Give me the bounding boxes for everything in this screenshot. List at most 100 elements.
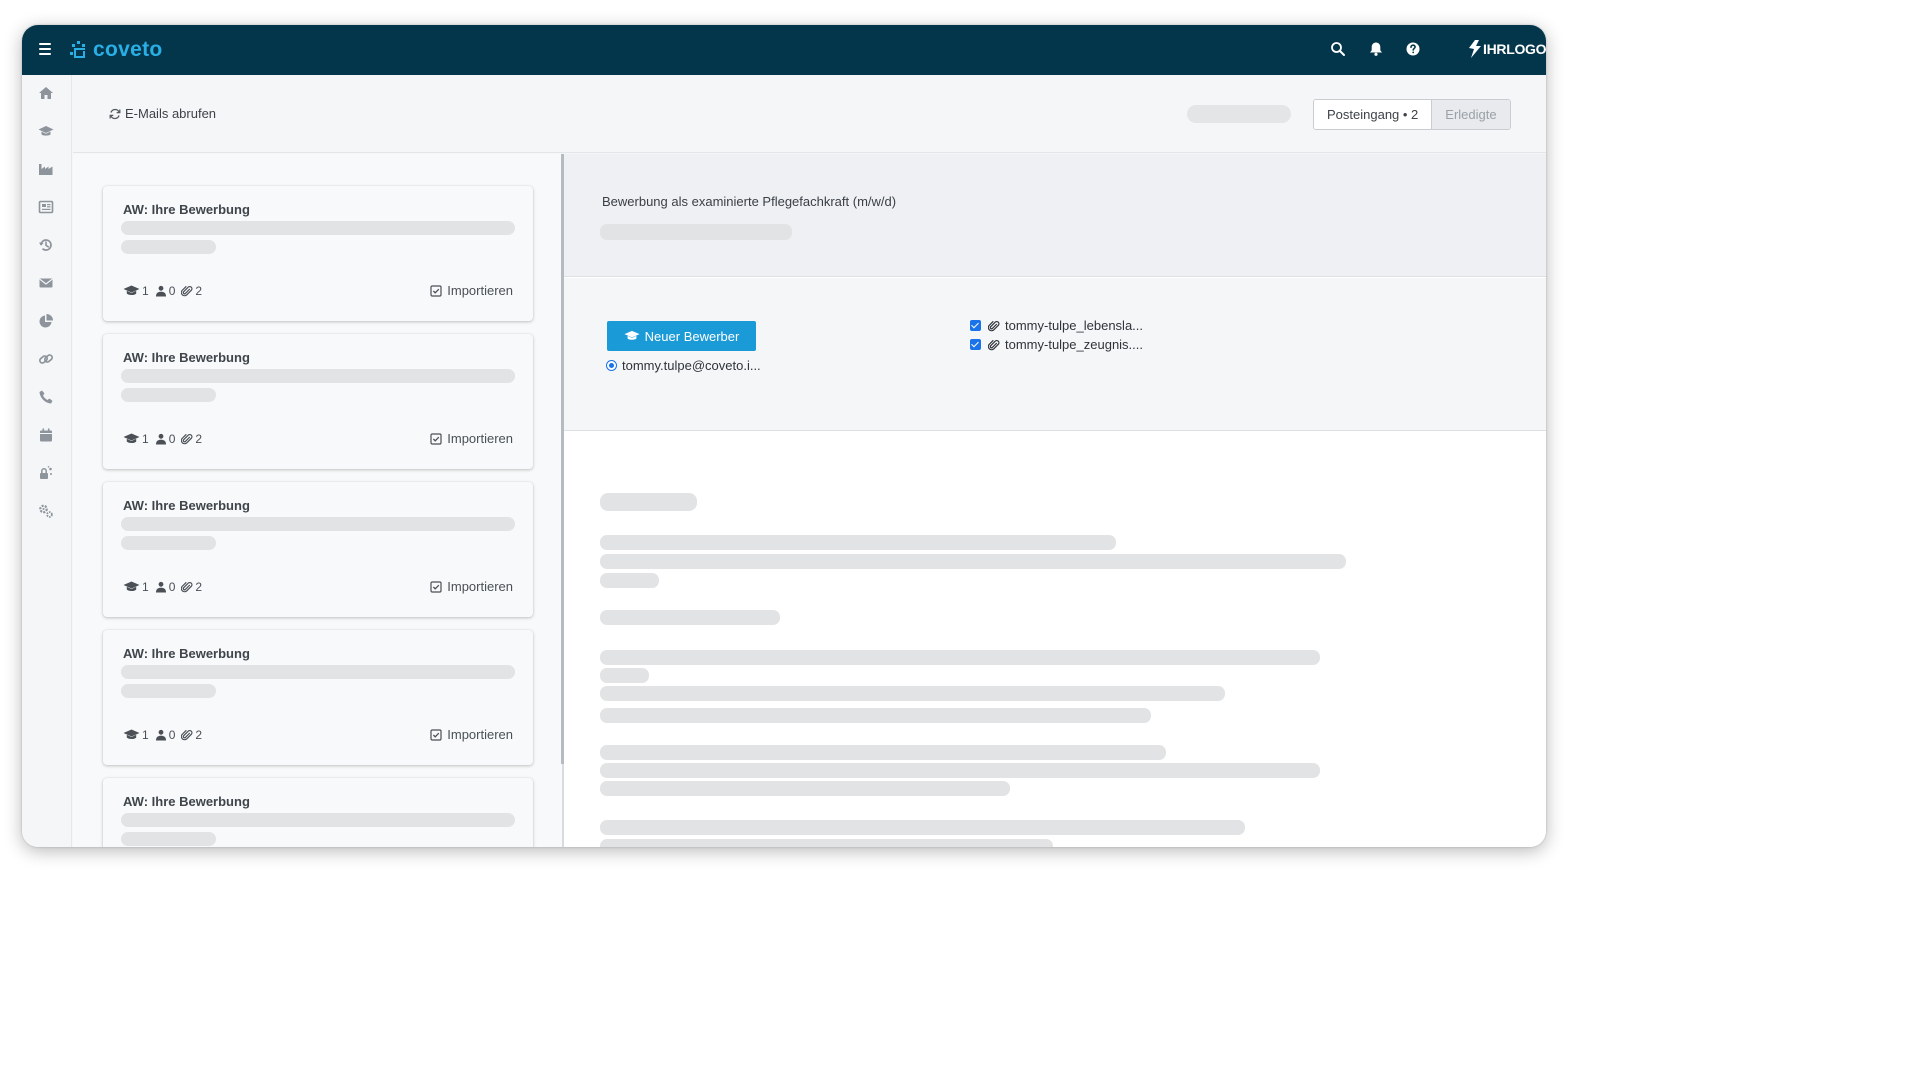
attachment-count: 2 [195, 728, 203, 742]
new-applicant-label: Neuer Bewerber [644, 328, 740, 344]
mail-card[interactable]: AW: Ihre Bewerbung 1 0 2 Importieren [103, 186, 533, 321]
graduation-cap-icon [123, 729, 140, 740]
checkbox-icon [430, 728, 442, 741]
applicant-count: 1 [142, 580, 149, 594]
mail-preview-placeholder [121, 665, 515, 679]
body-placeholder [600, 686, 1225, 701]
checkbox-icon [430, 284, 442, 297]
graduation-cap-icon [123, 285, 140, 296]
import-button[interactable]: Importieren [430, 579, 513, 594]
app-window: coveto IHRLOGO E-Mails abrufen Posteinga… [22, 25, 1546, 847]
calendar-icon[interactable] [38, 427, 54, 443]
mailbox-tabs: Posteingang • 2 Erledigte [1313, 99, 1511, 130]
mail-subject: AW: Ihre Bewerbung [123, 646, 250, 661]
brand-name: coveto [93, 38, 163, 61]
body-placeholder [600, 763, 1320, 778]
contact-icon [155, 729, 166, 741]
mail-meta: 1 0 2 [123, 580, 208, 594]
sender-email: tommy.tulpe@coveto.i... [622, 358, 761, 373]
history-icon[interactable] [38, 237, 54, 253]
mail-meta: 1 0 2 [123, 284, 208, 298]
import-button[interactable]: Importieren [430, 283, 513, 298]
body-placeholder [600, 650, 1320, 665]
cogs-icon[interactable] [38, 503, 54, 519]
mail-meta: 1 0 2 [123, 432, 208, 446]
coveto-logo[interactable]: coveto [70, 36, 163, 64]
refresh-icon [109, 108, 121, 119]
sidebar [22, 75, 72, 847]
body-placeholder [600, 668, 649, 683]
menu-icon[interactable] [39, 43, 51, 55]
mail-preview-placeholder [121, 813, 515, 827]
contact-icon [155, 581, 166, 593]
pie-chart-icon[interactable] [38, 313, 54, 329]
import-label: Importieren [447, 579, 513, 594]
sender-radio[interactable]: tommy.tulpe@coveto.i... [606, 358, 761, 373]
graduation-cap-icon [123, 433, 140, 444]
mail-card[interactable]: AW: Ihre Bewerbung [103, 778, 533, 847]
attachment-count: 2 [195, 284, 203, 298]
industry-icon[interactable] [38, 161, 54, 177]
body-placeholder [600, 535, 1116, 550]
link-icon[interactable] [38, 351, 54, 367]
body-placeholder [600, 554, 1346, 569]
paperclip-icon [181, 729, 193, 741]
attachment-checkbox[interactable] [970, 320, 981, 331]
attachment-option[interactable]: tommy-tulpe_lebensla... [970, 318, 1143, 333]
paperclip-icon [181, 285, 193, 297]
bell-icon[interactable] [1368, 41, 1384, 57]
contact-count: 0 [168, 580, 176, 594]
attachment-count: 2 [195, 432, 203, 446]
phone-icon[interactable] [38, 389, 54, 405]
attachment-checkbox[interactable] [970, 339, 981, 350]
attachment-count: 2 [195, 580, 203, 594]
customer-logo-text: IHRLOGO [1483, 41, 1546, 57]
sender-placeholder [600, 224, 792, 240]
fetch-emails-button[interactable]: E-Mails abrufen [109, 106, 216, 121]
applicant-count: 1 [142, 728, 149, 742]
contact-count: 0 [168, 284, 176, 298]
radio-selected[interactable] [606, 360, 617, 371]
body-placeholder [600, 781, 1010, 796]
import-label: Importieren [447, 283, 513, 298]
user-lock-icon[interactable] [38, 465, 54, 481]
contact-icon [155, 433, 166, 445]
home-icon[interactable] [38, 85, 54, 101]
body-placeholder [600, 745, 1166, 760]
tab-inbox[interactable]: Posteingang • 2 [1314, 100, 1432, 129]
top-bar: coveto IHRLOGO [22, 25, 1546, 75]
search-icon[interactable] [1330, 41, 1346, 57]
tab-done[interactable]: Erledigte [1431, 100, 1510, 129]
mail-detail-subject: Bewerbung als examinierte Pflegefachkraf… [602, 194, 897, 209]
body-placeholder [600, 573, 659, 588]
toolbar: E-Mails abrufen Posteingang • 2 Erledigt… [73, 75, 1546, 153]
mail-preview-placeholder [121, 832, 216, 846]
mail-preview-placeholder [121, 240, 216, 254]
mail-preview-placeholder [121, 684, 216, 698]
contact-icon [155, 285, 166, 297]
mail-card[interactable]: AW: Ihre Bewerbung 1 0 2 Importieren [103, 630, 533, 765]
newspaper-icon[interactable] [38, 199, 54, 215]
graduation-cap-icon [624, 330, 640, 340]
body-placeholder [600, 839, 1053, 847]
import-panel: Neuer Bewerber tommy.tulpe@coveto.i... t… [564, 278, 1546, 431]
import-button[interactable]: Importieren [430, 431, 513, 446]
body-placeholder [600, 820, 1245, 835]
new-applicant-button[interactable]: Neuer Bewerber [607, 321, 756, 351]
mail-card[interactable]: AW: Ihre Bewerbung 1 0 2 Importieren [103, 482, 533, 617]
customer-logo: IHRLOGO [1468, 38, 1546, 60]
attachment-option[interactable]: tommy-tulpe_zeugnis.... [970, 337, 1143, 352]
import-button[interactable]: Importieren [430, 727, 513, 742]
envelope-icon[interactable] [38, 275, 54, 291]
body-placeholder [600, 708, 1151, 723]
attachment-filename: tommy-tulpe_lebensla... [1005, 318, 1144, 333]
help-icon[interactable] [1405, 41, 1421, 57]
import-label: Importieren [447, 727, 513, 742]
toolbar-placeholder [1187, 105, 1291, 123]
mail-card[interactable]: AW: Ihre Bewerbung 1 0 2 Importieren [103, 334, 533, 469]
graduation-cap-icon [123, 581, 140, 592]
checkbox-icon [430, 580, 442, 593]
graduation-cap-icon[interactable] [38, 123, 54, 139]
mail-subject: AW: Ihre Bewerbung [123, 350, 250, 365]
mail-preview-placeholder [121, 369, 515, 383]
